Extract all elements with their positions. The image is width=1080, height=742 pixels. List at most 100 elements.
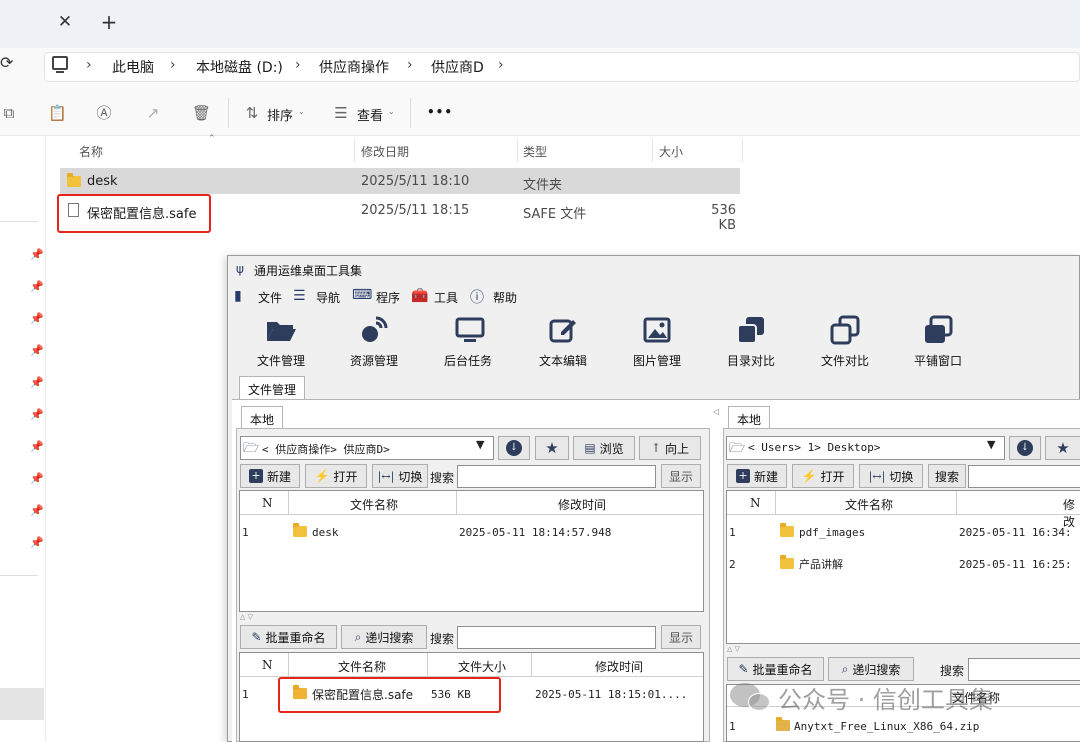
ribbon-file-compare[interactable]: 文件对比 — [805, 352, 885, 369]
menu-help[interactable]: 帮助 — [493, 289, 517, 306]
edit-icon[interactable] — [547, 314, 579, 346]
column-header-filename[interactable]: 文件名称 — [845, 496, 893, 513]
breadcrumb-supplier-ops[interactable]: 供应商操作 — [319, 57, 389, 77]
pin-icon[interactable]: 📌 — [30, 504, 44, 517]
column-header-type[interactable]: 类型 — [523, 143, 547, 160]
new-tab-icon[interactable]: + — [98, 11, 120, 33]
open-button[interactable]: ⚡ 打开 — [792, 464, 854, 488]
column-header-mtime[interactable]: 修改时间 — [595, 658, 643, 675]
row-filename[interactable]: Anytxt_Free_Linux_X86_64.zip — [794, 720, 979, 733]
close-tab-icon[interactable]: ✕ — [55, 12, 75, 32]
paste-icon[interactable]: 📋 — [48, 104, 67, 122]
column-header-name[interactable]: 名称 — [79, 143, 103, 160]
switch-button[interactable]: |↔| 切换 — [372, 464, 428, 488]
pin-icon[interactable]: 📌 — [30, 536, 44, 549]
resource-icon[interactable] — [358, 314, 390, 346]
column-header-mtime[interactable]: 修改 — [1063, 496, 1080, 530]
help-icon[interactable]: ⓘ — [470, 287, 484, 307]
splitter-arrows[interactable]: △ ▽ — [727, 645, 740, 653]
pin-icon[interactable]: 📌 — [30, 248, 44, 261]
column-header-size[interactable]: 大小 — [659, 143, 683, 160]
new-button[interactable]: + 新建 — [727, 464, 787, 488]
switch-button[interactable]: |↔| 切换 — [859, 464, 923, 488]
breadcrumb-disk-d[interactable]: 本地磁盘 (D:) — [196, 57, 283, 77]
pin-icon[interactable]: 📌 — [30, 344, 44, 357]
copy-icon[interactable]: ⧉ — [0, 104, 18, 122]
batch-rename-button[interactable]: ✎ 批量重命名 — [240, 625, 337, 649]
dir-compare-icon[interactable] — [735, 314, 767, 346]
search-input[interactable] — [457, 626, 656, 649]
pin-icon[interactable]: 📌 — [30, 472, 44, 485]
refresh-icon[interactable]: ⟳ — [0, 53, 13, 72]
recursive-search-button[interactable]: ⌕ 递归搜索 — [341, 625, 427, 649]
menu-file[interactable]: 文件 — [258, 289, 282, 306]
pin-icon[interactable]: 📌 — [30, 440, 44, 453]
ribbon-file-manager[interactable]: 文件管理 — [241, 352, 321, 369]
file-name[interactable]: desk — [87, 174, 118, 189]
chevron-right-icon[interactable]: › — [498, 57, 504, 73]
sort-icon[interactable]: ⇅ — [243, 104, 261, 122]
nav-menu-icon[interactable]: ☰ — [293, 288, 306, 304]
download-button[interactable]: ↓ — [498, 436, 530, 460]
share-icon[interactable]: ↗ — [144, 104, 162, 122]
column-header-n[interactable]: N — [750, 496, 761, 510]
menu-tools[interactable]: 工具 — [434, 289, 458, 306]
up-button[interactable]: ↑ 向上 — [639, 436, 701, 460]
column-header-date[interactable]: 修改日期 — [361, 143, 409, 160]
rename-icon[interactable]: Ⓐ — [95, 104, 113, 122]
row-filename[interactable]: pdf_images — [799, 526, 865, 539]
show-button[interactable]: 显示 — [661, 625, 701, 649]
image-icon[interactable] — [641, 314, 673, 346]
ribbon-tile-windows[interactable]: 平铺窗口 — [898, 352, 978, 369]
view-icon[interactable]: ☰ — [332, 104, 350, 122]
ribbon-resource-manager[interactable]: 资源管理 — [334, 352, 414, 369]
keyboard-icon[interactable]: ⌨ — [352, 287, 372, 303]
ribbon-text-edit[interactable]: 文本编辑 — [523, 352, 603, 369]
column-header-filesize[interactable]: 文件大小 — [458, 658, 506, 675]
file-compare-icon[interactable] — [829, 314, 861, 346]
folder-open-icon[interactable] — [265, 314, 297, 346]
file-menu-icon[interactable]: ▮ — [234, 288, 242, 304]
computer-icon[interactable] — [52, 56, 68, 70]
favorite-button[interactable]: ★ — [1045, 436, 1080, 460]
new-button[interactable]: + 新建 — [240, 464, 300, 488]
menu-program[interactable]: 程序 — [376, 289, 400, 306]
chevron-right-icon[interactable]: › — [295, 57, 301, 73]
breadcrumb-supplier-d[interactable]: 供应商D — [431, 57, 484, 77]
breadcrumb-this-pc[interactable]: 此电脑 — [112, 57, 154, 77]
show-button[interactable]: 显示 — [661, 464, 701, 488]
search-input[interactable] — [457, 465, 656, 488]
row-filename[interactable]: 产品讲解 — [799, 556, 843, 572]
pin-icon[interactable]: 📌 — [30, 312, 44, 325]
view-button[interactable]: 查看 — [357, 105, 383, 124]
browse-button[interactable]: ▤ 浏览 — [573, 436, 635, 460]
column-header-n[interactable]: N — [262, 496, 273, 510]
chevron-right-icon[interactable]: › — [86, 57, 92, 73]
open-button[interactable]: ⚡ 打开 — [305, 464, 367, 488]
row-filename[interactable]: desk — [312, 526, 339, 539]
column-header-n[interactable]: N — [262, 658, 273, 672]
search-input[interactable] — [968, 658, 1080, 681]
chevron-right-icon[interactable]: › — [170, 57, 176, 73]
search-input[interactable] — [968, 465, 1080, 488]
chevron-right-icon[interactable]: › — [407, 57, 413, 73]
chevron-down-icon[interactable]: ⌄ — [298, 107, 305, 116]
chevron-down-icon[interactable]: ⌄ — [388, 107, 395, 116]
sort-button[interactable]: 排序 — [267, 105, 293, 124]
column-header-filename[interactable]: 文件名称 — [350, 496, 398, 513]
pin-icon[interactable]: 📌 — [30, 280, 44, 293]
dropdown-arrow-icon[interactable]: ▼ — [476, 438, 484, 451]
pin-icon[interactable]: 📌 — [30, 376, 44, 389]
column-header-filename[interactable]: 文件名称 — [338, 658, 386, 675]
ribbon-dir-compare[interactable]: 目录对比 — [711, 352, 791, 369]
splitter-arrows[interactable]: △ ▽ — [240, 613, 253, 621]
download-button[interactable]: ↓ — [1009, 436, 1041, 460]
ribbon-image-manager[interactable]: 图片管理 — [617, 352, 697, 369]
delete-icon[interactable]: 🗑 — [192, 104, 211, 122]
column-header-mtime[interactable]: 修改时间 — [558, 496, 606, 513]
recursive-search-button[interactable]: ⌕ 递归搜索 — [828, 657, 914, 681]
toolbox-icon[interactable]: 🧰 — [411, 288, 428, 304]
more-options-button[interactable]: ••• — [427, 105, 453, 119]
tile-window-icon[interactable] — [922, 314, 954, 346]
pin-icon[interactable]: 📌 — [30, 408, 44, 421]
